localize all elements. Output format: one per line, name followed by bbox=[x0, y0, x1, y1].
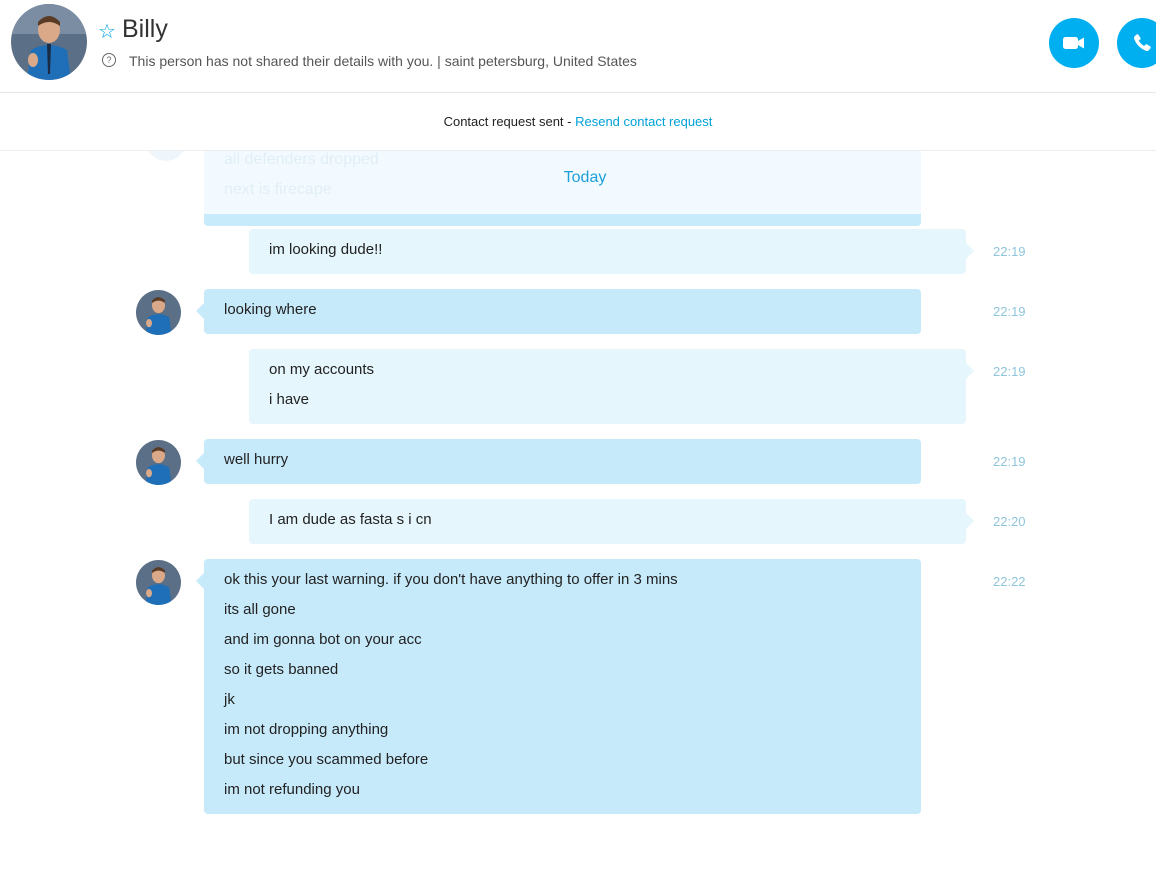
message-text: on my accounts bbox=[269, 361, 375, 378]
message-list[interactable]: all defenders dropped next is firecape T… bbox=[0, 151, 1156, 870]
message-bubble-outgoing[interactable]: on my accounts i have bbox=[249, 349, 974, 424]
phone-icon bbox=[1133, 34, 1151, 52]
favorite-star-icon[interactable]: ☆ bbox=[98, 22, 116, 42]
message-timestamp: 22:20 bbox=[993, 514, 1026, 529]
contact-request-bar: Contact request sent - Resend contact re… bbox=[0, 93, 1156, 151]
conversation-header: ☆ Billy ? This person has not shared the… bbox=[0, 0, 1156, 93]
audio-call-button[interactable] bbox=[1117, 18, 1156, 68]
message-bubble-incoming[interactable]: well hurry bbox=[196, 439, 921, 484]
message-timestamp: 22:19 bbox=[993, 304, 1026, 319]
message-timestamp: 22:19 bbox=[993, 364, 1026, 379]
date-separator: Today bbox=[563, 169, 607, 186]
message-timestamp: 22:19 bbox=[993, 244, 1026, 259]
message-timestamp: 22:22 bbox=[993, 574, 1026, 589]
message-text: i have bbox=[269, 391, 310, 408]
message-text: I am dude as fasta s i cn bbox=[269, 511, 432, 528]
message-text: but since you scammed before bbox=[224, 751, 429, 768]
contact-avatar[interactable] bbox=[11, 4, 87, 80]
contact-details: This person has not shared their details… bbox=[129, 53, 637, 69]
faded-avatar bbox=[146, 151, 186, 161]
message-bubble-outgoing[interactable]: im looking dude!! bbox=[249, 229, 974, 274]
message-timestamp: 22:19 bbox=[993, 454, 1026, 469]
sender-avatar[interactable] bbox=[136, 290, 181, 335]
message-bubble-outgoing[interactable]: I am dude as fasta s i cn bbox=[249, 499, 974, 544]
message-text: im looking dude!! bbox=[269, 241, 383, 258]
request-status-text: Contact request sent - bbox=[443, 114, 576, 129]
message-bubble-incoming[interactable]: ok this your last warning. if you don't … bbox=[196, 559, 921, 814]
message-text: ok this your last warning. if you don't … bbox=[224, 571, 678, 588]
message-text: im not refunding you bbox=[224, 781, 360, 798]
message-text: and im gonna bot on your acc bbox=[224, 631, 422, 648]
sender-avatar[interactable] bbox=[136, 560, 181, 605]
contact-name: Billy bbox=[122, 15, 168, 43]
message-text: so it gets banned bbox=[224, 661, 339, 678]
message-text: looking where bbox=[224, 301, 317, 318]
message-text: well hurry bbox=[224, 451, 289, 468]
video-camera-icon bbox=[1063, 37, 1084, 49]
info-icon: ? bbox=[102, 53, 116, 67]
message-text: its all gone bbox=[224, 601, 296, 618]
sender-avatar[interactable] bbox=[136, 440, 181, 485]
faded-message-line: all defenders dropped bbox=[224, 151, 379, 168]
message-text: jk bbox=[224, 691, 235, 708]
message-text: im not dropping anything bbox=[224, 721, 389, 738]
resend-request-link[interactable]: Resend contact request bbox=[575, 114, 712, 129]
video-call-button[interactable] bbox=[1049, 18, 1099, 68]
message-bubble-incoming[interactable]: looking where bbox=[196, 289, 921, 334]
